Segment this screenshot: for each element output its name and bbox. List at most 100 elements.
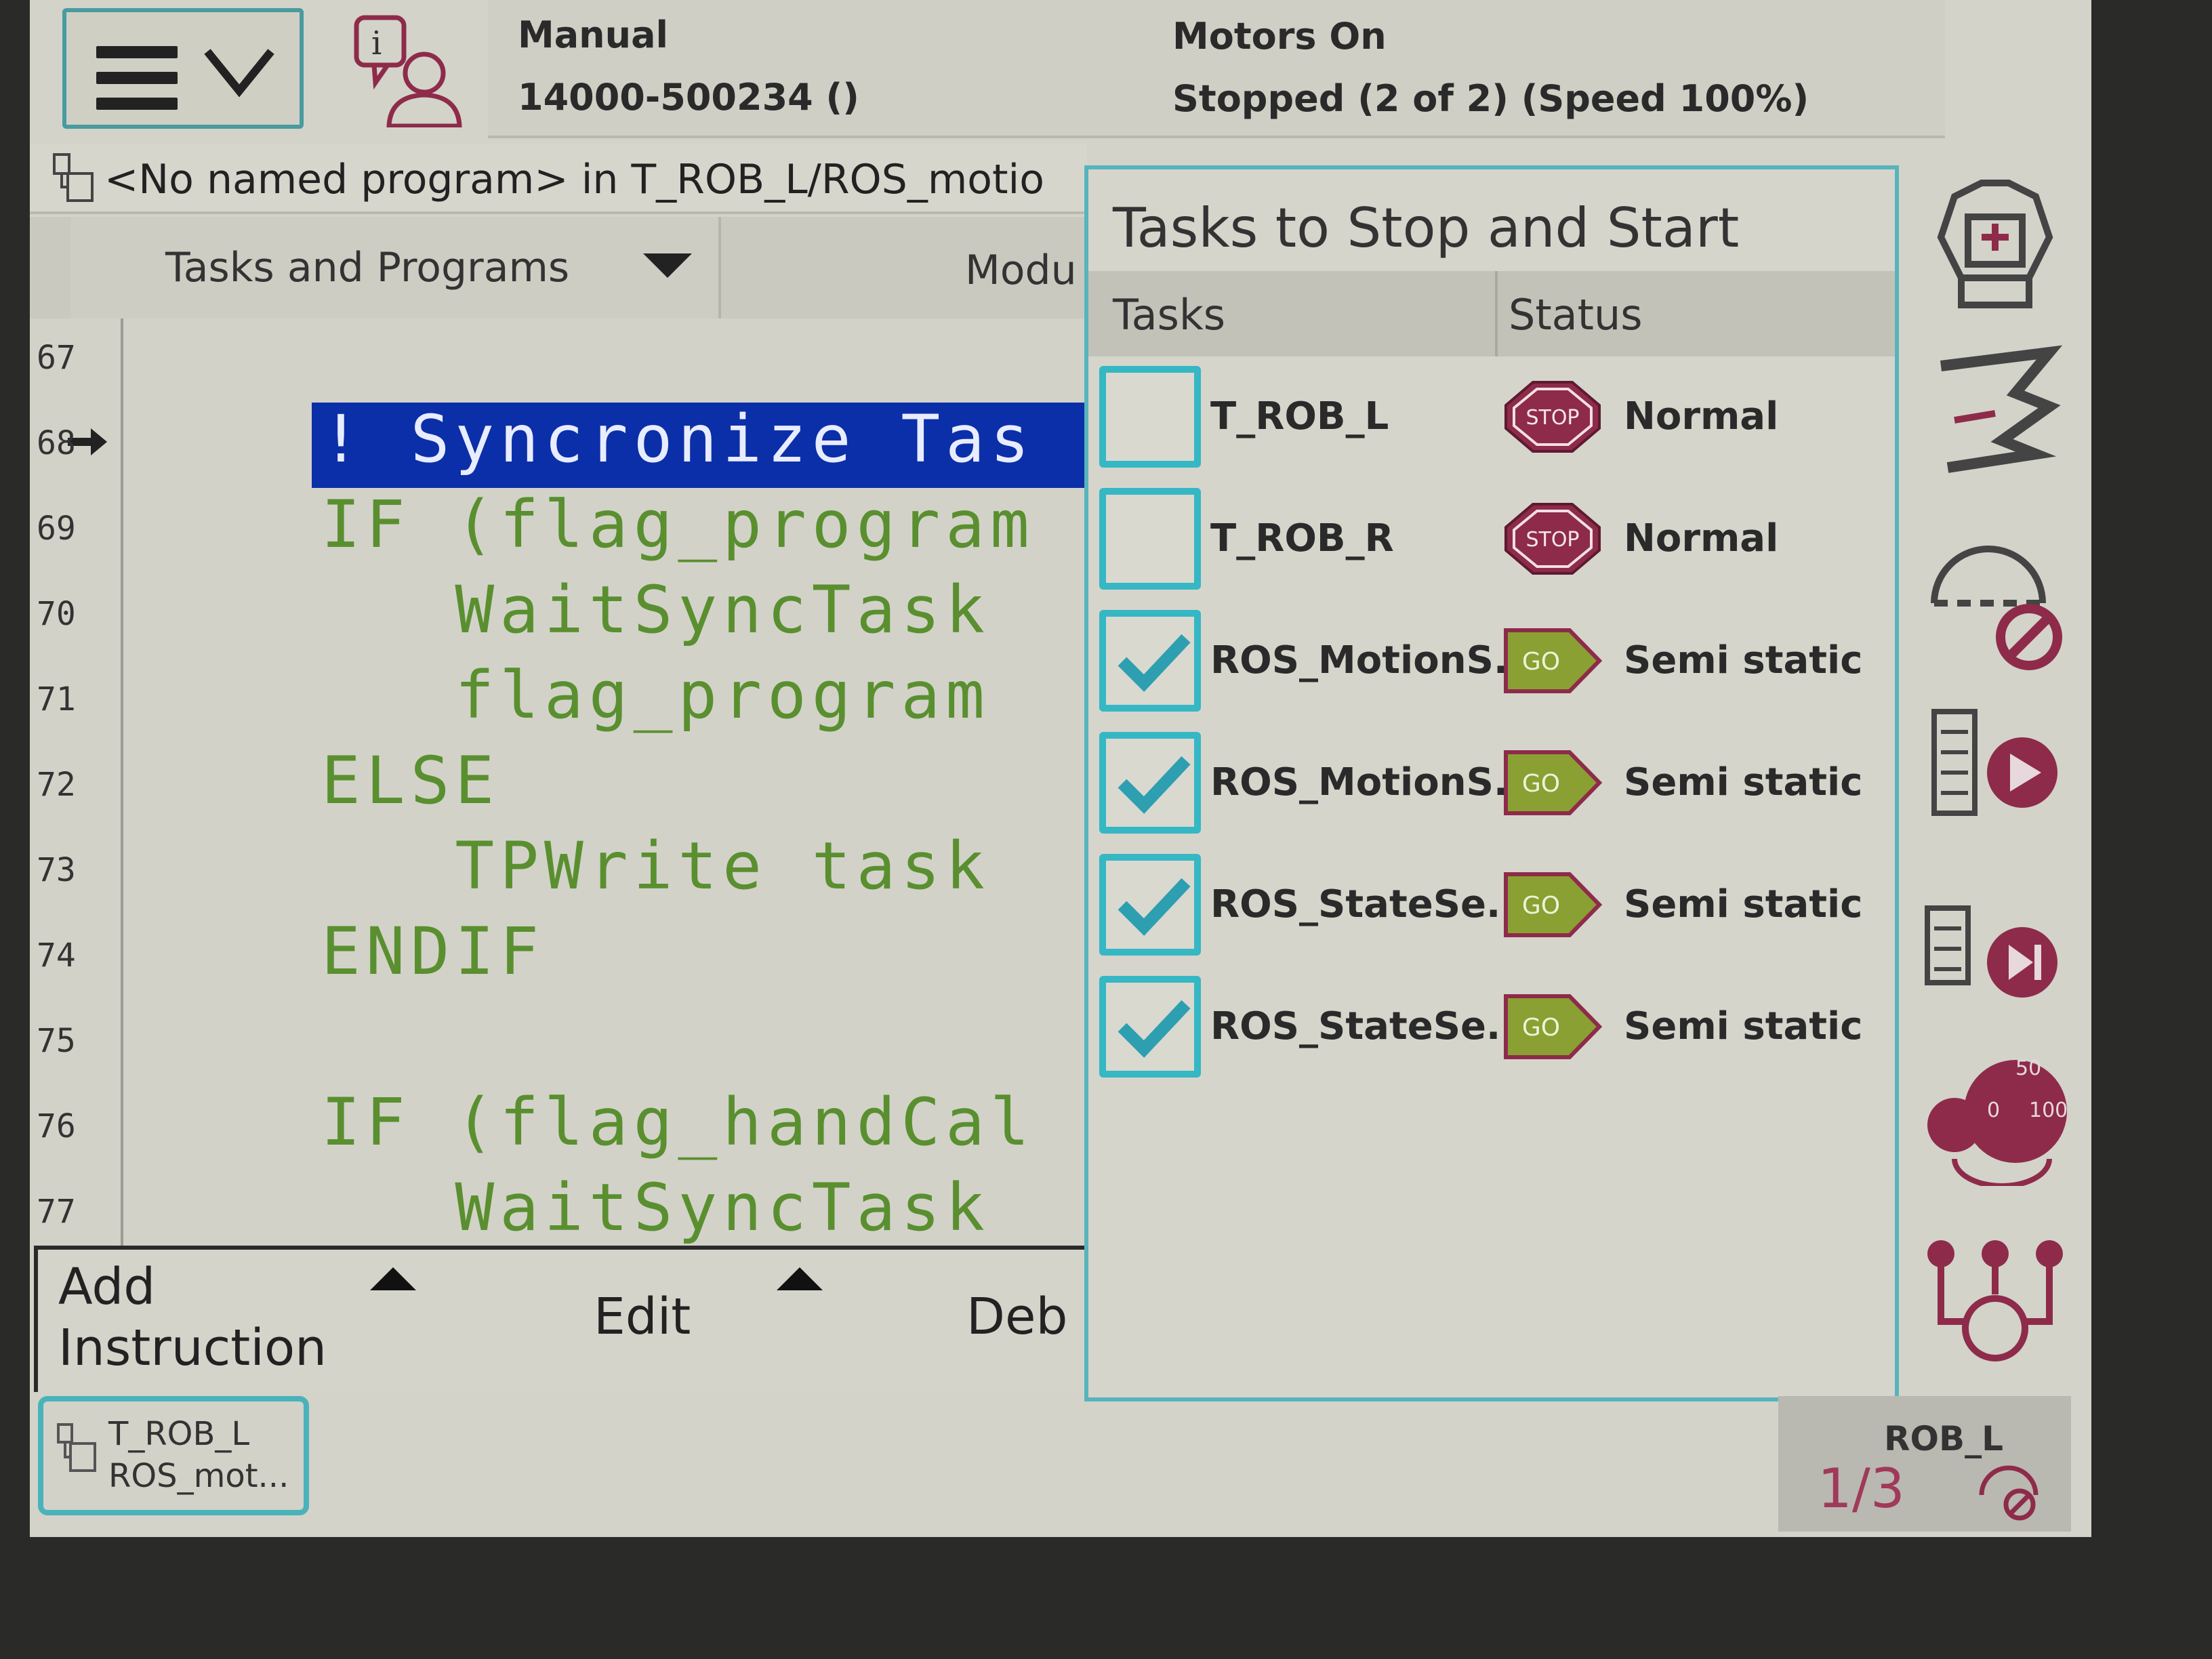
code-editor[interactable]: 67 68 69 70 71 72 73 74 75 76 77 ! Syncr… <box>30 319 1091 1247</box>
program-editor-icon[interactable] <box>1914 339 2076 481</box>
svg-text:100: 100 <box>2029 1099 2068 1122</box>
event-log-icon[interactable]: i <box>348 12 470 127</box>
step-forward-icon[interactable] <box>1914 881 2076 1023</box>
expand-up-icon <box>370 1267 416 1290</box>
task-name: ROS_StateSe... <box>1210 1004 1530 1048</box>
go-sign-icon: GO <box>1504 872 1603 937</box>
task-row[interactable]: ROS_MotionS... GO Semi static <box>1088 603 1895 725</box>
status-bar[interactable]: Manual 14000-500234 () Motors On Stopped… <box>488 0 1945 138</box>
quickset-button[interactable]: ROB_L 1/3 <box>1778 1396 2071 1532</box>
checkmark-icon <box>1118 878 1191 936</box>
line-number: 74 <box>37 937 76 975</box>
start-program-icon[interactable] <box>1914 691 2076 834</box>
panel-title: Tasks to Stop and Start <box>1113 197 1740 260</box>
task-table-header: Tasks Status <box>1088 271 1895 356</box>
tab-modules[interactable]: Modu <box>965 247 1077 294</box>
line-number: 77 <box>37 1193 76 1231</box>
edit-button[interactable]: Edit <box>594 1288 691 1346</box>
line-number: 68 <box>37 424 76 462</box>
task-name: T_ROB_R <box>1210 516 1394 560</box>
line-number: 69 <box>37 510 76 548</box>
go-sign-icon: GO <box>1504 994 1603 1059</box>
checkmark-icon <box>1118 1000 1191 1058</box>
tasks-stop-start-panel: Tasks to Stop and Start Tasks Status T_R… <box>1084 165 1899 1401</box>
code-line[interactable]: flag_program <box>321 657 990 733</box>
line-number: 73 <box>37 851 76 889</box>
module-name: ROS_mot... <box>108 1457 289 1495</box>
task-window-button[interactable]: T_ROB_L ROS_mot... <box>38 1396 309 1515</box>
add-instruction-label-1: Add <box>58 1258 156 1316</box>
tab-tasks-label: Tasks and Programs <box>165 244 570 291</box>
code-line[interactable]: ELSE <box>321 743 499 819</box>
task-name: ROS_MotionS... <box>1210 760 1537 804</box>
stop-sign-icon: STOP <box>1504 503 1601 575</box>
task-status: Normal <box>1624 394 1779 438</box>
flexpendant-screen: i Manual 14000-500234 () Motors On Stopp… <box>30 0 2091 1537</box>
code-line[interactable]: IF (flag_program <box>321 487 1035 562</box>
task-row[interactable]: T_ROB_L STOP Normal <box>1088 359 1895 481</box>
code-line-selected[interactable]: ! Syncronize Tas <box>321 401 1035 477</box>
line-number: 72 <box>37 766 76 804</box>
code-line[interactable]: TPWrite task <box>321 828 990 904</box>
expand-up-icon <box>777 1267 823 1290</box>
task-status: Semi static <box>1624 882 1863 926</box>
task-name: ROS_StateSe... <box>1210 882 1530 926</box>
program-bar: <No named program> in T_ROB_L/ROS_motio <box>30 144 1087 214</box>
task-checkbox-checked[interactable] <box>1099 732 1201 834</box>
chevron-down-icon <box>204 49 274 98</box>
debug-button[interactable]: Deb <box>966 1288 1067 1346</box>
task-checkbox-checked[interactable] <box>1099 976 1201 1078</box>
task-row[interactable]: ROS_MotionS... GO Semi static <box>1088 725 1895 847</box>
stop-program-icon[interactable] <box>1914 529 2076 671</box>
task-name: T_ROB_L <box>108 1415 250 1453</box>
task-status: Semi static <box>1624 1004 1863 1048</box>
line-number: 70 <box>37 595 76 633</box>
code-line[interactable]: ENDIF <box>321 914 544 989</box>
tab-tasks-and-programs[interactable]: Tasks and Programs <box>70 217 721 319</box>
task-checkbox-checked[interactable] <box>1099 610 1201 712</box>
svg-text:GO: GO <box>1522 892 1560 920</box>
task-row[interactable]: ROS_StateSe... GO Semi static <box>1088 969 1895 1091</box>
speed-override-icon[interactable]: 50 0 100 <box>1914 1044 2076 1186</box>
svg-text:STOP: STOP <box>1525 528 1579 552</box>
task-status: Semi static <box>1624 760 1863 804</box>
add-instruction-button[interactable]: Add Instruction <box>58 1256 327 1378</box>
line-number: 67 <box>37 339 76 377</box>
line-number: 76 <box>37 1107 76 1145</box>
svg-text:0: 0 <box>1987 1099 2000 1122</box>
code-line[interactable]: IF (flag_handCal <box>321 1084 1035 1160</box>
svg-text:GO: GO <box>1522 648 1560 676</box>
task-checkbox-checked[interactable] <box>1099 854 1201 956</box>
svg-text:50: 50 <box>2015 1057 2041 1080</box>
controller-id: 14000-500234 () <box>518 76 859 119</box>
task-row[interactable]: ROS_StateSe... GO Semi static <box>1088 847 1895 969</box>
mech-unit-label: ROB_L <box>1884 1419 2003 1458</box>
main-menu-button[interactable] <box>62 8 304 129</box>
operating-mode: Manual <box>518 14 669 56</box>
program-path: <No named program> in T_ROB_L/ROS_motio <box>104 156 1044 203</box>
increment-fraction: 1/3 <box>1818 1457 1905 1520</box>
editor-toolbar: Add Instruction Edit Deb <box>34 1246 1095 1392</box>
svg-text:STOP: STOP <box>1525 406 1579 430</box>
checkmark-icon <box>1118 756 1191 814</box>
task-row[interactable]: T_ROB_R STOP Normal <box>1088 481 1895 603</box>
code-line[interactable]: WaitSyncTask <box>321 1170 990 1246</box>
task-checkbox[interactable] <box>1099 488 1201 590</box>
svg-text:GO: GO <box>1522 1014 1560 1042</box>
go-sign-icon: GO <box>1504 628 1603 693</box>
program-icon <box>53 153 94 202</box>
dropdown-arrow-icon <box>643 253 692 278</box>
program-icon <box>57 1423 96 1472</box>
line-number: 75 <box>37 1022 76 1060</box>
code-line[interactable]: WaitSyncTask <box>321 572 990 648</box>
robot-jog-icon[interactable] <box>1914 176 2076 319</box>
svg-text:GO: GO <box>1522 770 1560 798</box>
mechanical-unit-icon[interactable] <box>1914 1233 2076 1376</box>
column-divider <box>1495 271 1498 356</box>
checkmark-icon <box>1118 634 1191 692</box>
task-status: Semi static <box>1624 638 1863 682</box>
svg-text:i: i <box>371 24 382 62</box>
task-status: Normal <box>1624 516 1779 560</box>
task-checkbox[interactable] <box>1099 366 1201 468</box>
line-number: 71 <box>37 680 76 718</box>
